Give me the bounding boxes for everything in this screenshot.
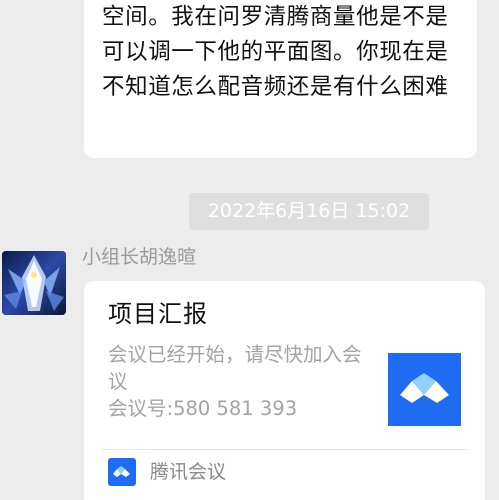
card-footer: 腾讯会议 <box>108 457 226 487</box>
footer-app-name: 腾讯会议 <box>150 461 227 483</box>
meeting-status-text: 会议已经开始，请尽快加入会议 <box>108 343 362 393</box>
meeting-card[interactable]: 项目汇报 会议已经开始，请尽快加入会议 会议号:580 581 393 腾讯会议 <box>84 281 485 500</box>
chat-window: 空间。我在问罗清腾商量他是不是可以调一下他的平面图。你现在是不知道怎么配音频还是… <box>0 0 499 500</box>
meeting-id-text: 会议号:580 581 393 <box>108 397 298 420</box>
message-bubble[interactable]: 空间。我在问罗清腾商量他是不是可以调一下他的平面图。你现在是不知道怎么配音频还是… <box>84 0 477 158</box>
meeting-description: 会议已经开始，请尽快加入会议 会议号:580 581 393 <box>108 341 368 422</box>
avatar[interactable] <box>2 251 66 315</box>
message-timestamp: 2022年6月16日 15:02 <box>189 193 429 230</box>
tencent-meeting-icon <box>108 458 136 486</box>
meeting-title: 项目汇报 <box>108 300 208 328</box>
sender-name: 小组长胡逸暄 <box>82 246 197 268</box>
tencent-meeting-logo-icon <box>388 353 461 426</box>
avatar-image-icon <box>2 251 66 315</box>
message-text: 空间。我在问罗清腾商量他是不是可以调一下他的平面图。你现在是不知道怎么配音频还是… <box>102 4 449 100</box>
card-divider <box>102 449 467 450</box>
